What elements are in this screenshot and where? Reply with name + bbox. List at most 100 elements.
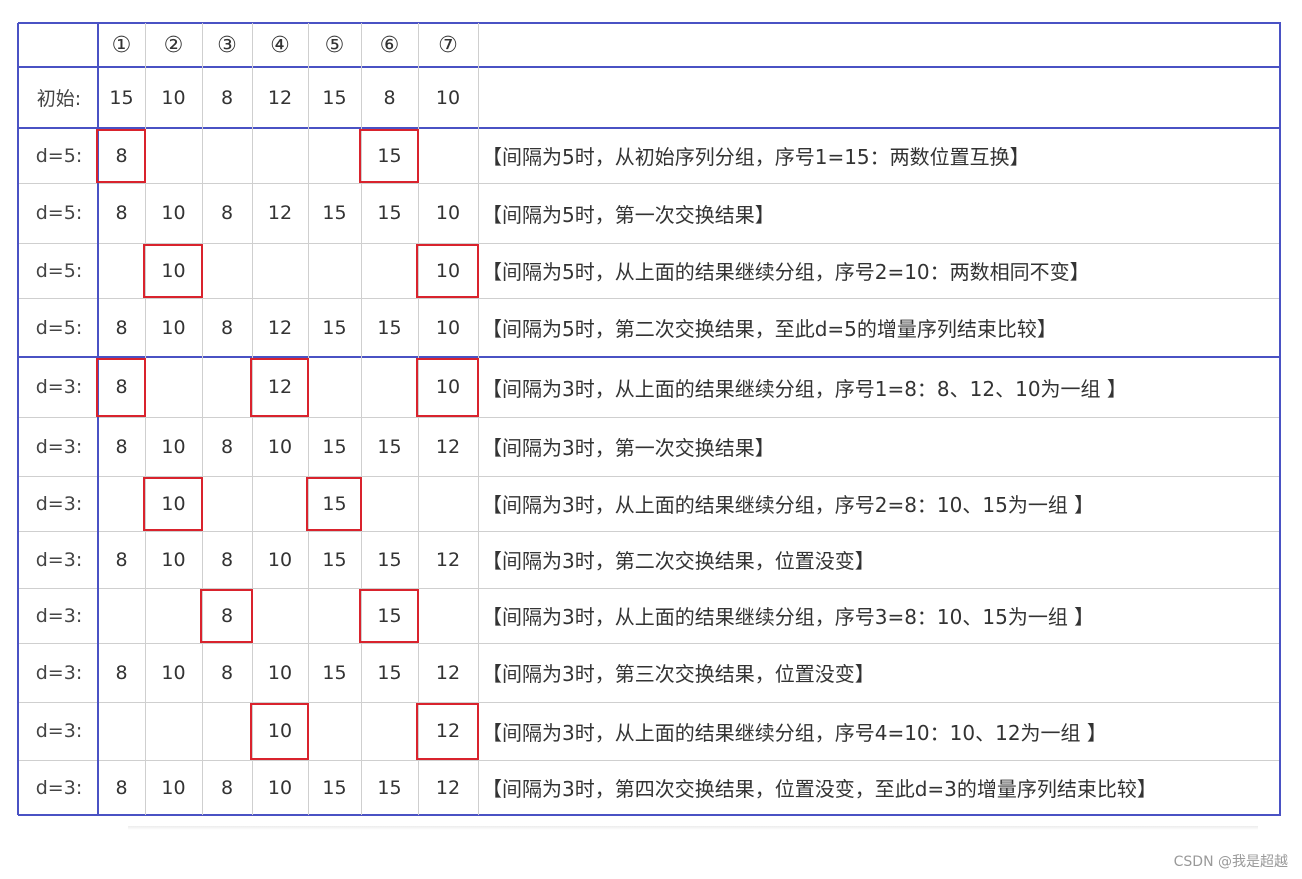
table-cell: 10 — [161, 316, 186, 339]
table-cell — [308, 243, 361, 298]
table-cell: 12 — [267, 316, 293, 339]
row-note: 【间隔为3时，从上面的结果继续分组，序号1=8：8、12、10为一组 】 — [482, 376, 1127, 401]
table-cell: 12 — [435, 435, 461, 458]
row-label: d=5: — [35, 259, 83, 282]
table-cell: 15 — [322, 316, 347, 339]
table-cell: 8 — [383, 86, 396, 109]
table-cell: 12 — [435, 776, 461, 799]
column-index-6: ⑥ — [379, 32, 400, 58]
table-cell — [145, 128, 202, 183]
table-cell — [202, 243, 252, 298]
grid-line-vertical — [478, 23, 479, 815]
table-cell: 15 — [322, 548, 347, 571]
table-cell — [145, 702, 202, 760]
group-highlight-box — [359, 129, 419, 183]
table-cell — [252, 476, 308, 531]
table-cell: 15 — [377, 776, 402, 799]
table-cell — [202, 476, 252, 531]
row-label: d=5: — [35, 316, 83, 339]
group-highlight-box — [250, 358, 309, 417]
table-cell: 8 — [220, 435, 234, 458]
row-label: d=3: — [35, 661, 83, 684]
table-cell: 8 — [115, 435, 128, 458]
table-cell: 15 — [322, 776, 347, 799]
group-highlight-box — [96, 129, 146, 183]
table-cell: 15 — [377, 316, 402, 339]
table-cell: 15 — [322, 86, 347, 109]
row-note: 【间隔为5时，从上面的结果继续分组，序号2=10：两数相同不变】 — [482, 260, 1090, 284]
table-cell: 12 — [435, 661, 461, 684]
table-cell: 10 — [161, 202, 186, 224]
group-highlight-box — [200, 589, 253, 643]
table-cell: 12 — [267, 202, 293, 224]
table-cell — [418, 588, 478, 643]
table-cell — [308, 357, 361, 417]
table-cell: 15 — [377, 661, 402, 684]
group-highlight-box — [96, 358, 146, 417]
table-cell — [308, 702, 361, 760]
table-cell: 10 — [435, 202, 461, 224]
table-cell: 15 — [322, 435, 347, 458]
table-cell — [98, 702, 145, 760]
row-note: 【间隔为3时，从上面的结果继续分组，序号2=8：10、15为一组 】 — [482, 493, 1095, 517]
column-index-4: ④ — [270, 32, 290, 58]
table-cell — [98, 243, 145, 298]
column-index-1: ① — [111, 32, 132, 58]
row-label: d=3: — [35, 492, 83, 515]
table-cell: 15 — [322, 661, 347, 684]
table-cell — [308, 588, 361, 643]
row-label: d=3: — [35, 548, 83, 571]
table-cell — [145, 588, 202, 643]
table-cell — [252, 588, 308, 643]
table-cell: 12 — [267, 86, 293, 109]
column-index-3: ③ — [217, 32, 237, 58]
row-note: 【间隔为3时，第三次交换结果，位置没变】 — [482, 662, 875, 686]
row-note: 【间隔为3时，第一次交换结果】 — [482, 436, 775, 460]
row-label: d=3: — [35, 435, 83, 458]
group-highlight-box — [359, 589, 419, 643]
table-cell — [361, 243, 418, 298]
table-cell: 10 — [267, 548, 293, 571]
group-highlight-box — [416, 244, 479, 298]
group-highlight-box — [143, 477, 203, 531]
table-cell — [418, 128, 478, 183]
table-cell: 8 — [220, 202, 234, 224]
table-shadow — [128, 826, 1258, 830]
column-index-7: ⑦ — [438, 32, 458, 58]
row-note: 【间隔为3时，从上面的结果继续分组，序号3=8：10、15为一组 】 — [482, 605, 1095, 629]
table-cell — [361, 476, 418, 531]
table-cell — [202, 357, 252, 417]
table-cell: 8 — [220, 776, 234, 799]
table-cell: 15 — [377, 202, 402, 224]
row-label: d=3: — [35, 720, 83, 742]
table-cell — [361, 357, 418, 417]
row-label: d=5: — [35, 202, 83, 224]
table-cell — [98, 588, 145, 643]
table-border-vertical — [17, 23, 19, 815]
table-cell: 10 — [161, 548, 186, 571]
table-cell — [98, 476, 145, 531]
table-cell: 10 — [435, 316, 461, 339]
table-cell: 8 — [115, 202, 128, 224]
table-cell: 15 — [322, 202, 347, 224]
group-highlight-box — [143, 244, 203, 298]
row-label: d=3: — [35, 776, 83, 799]
row-note: 【间隔为5时，第二次交换结果，至此d=5的增量序列结束比较】 — [482, 317, 1057, 341]
table-cell — [202, 128, 252, 183]
row-note: 【间隔为5时，从初始序列分组，序号1=15：两数位置互换】 — [482, 145, 1030, 169]
table-cell: 15 — [109, 86, 134, 109]
row-label: d=3: — [35, 604, 83, 627]
row-label: d=3: — [35, 376, 83, 398]
table-cell — [145, 357, 202, 417]
table-cell: 8 — [220, 548, 234, 571]
table-cell: 10 — [161, 86, 186, 109]
watermark: CSDN @我是超越 — [1173, 854, 1288, 870]
table-cell: 8 — [220, 661, 234, 684]
table-cell — [202, 702, 252, 760]
table-cell: 10 — [161, 435, 186, 458]
table-cell: 15 — [377, 548, 402, 571]
column-index-2: ② — [163, 32, 184, 58]
table-cell — [252, 243, 308, 298]
shell-sort-step-table: CSDN @我是超越 ① ② ③ ④ ⑤ ⑥ ⑦ 初始: 15 10 8 12 15 8 10 d=5: 8 15… — [0, 0, 1302, 879]
table-cell: 10 — [267, 661, 293, 684]
